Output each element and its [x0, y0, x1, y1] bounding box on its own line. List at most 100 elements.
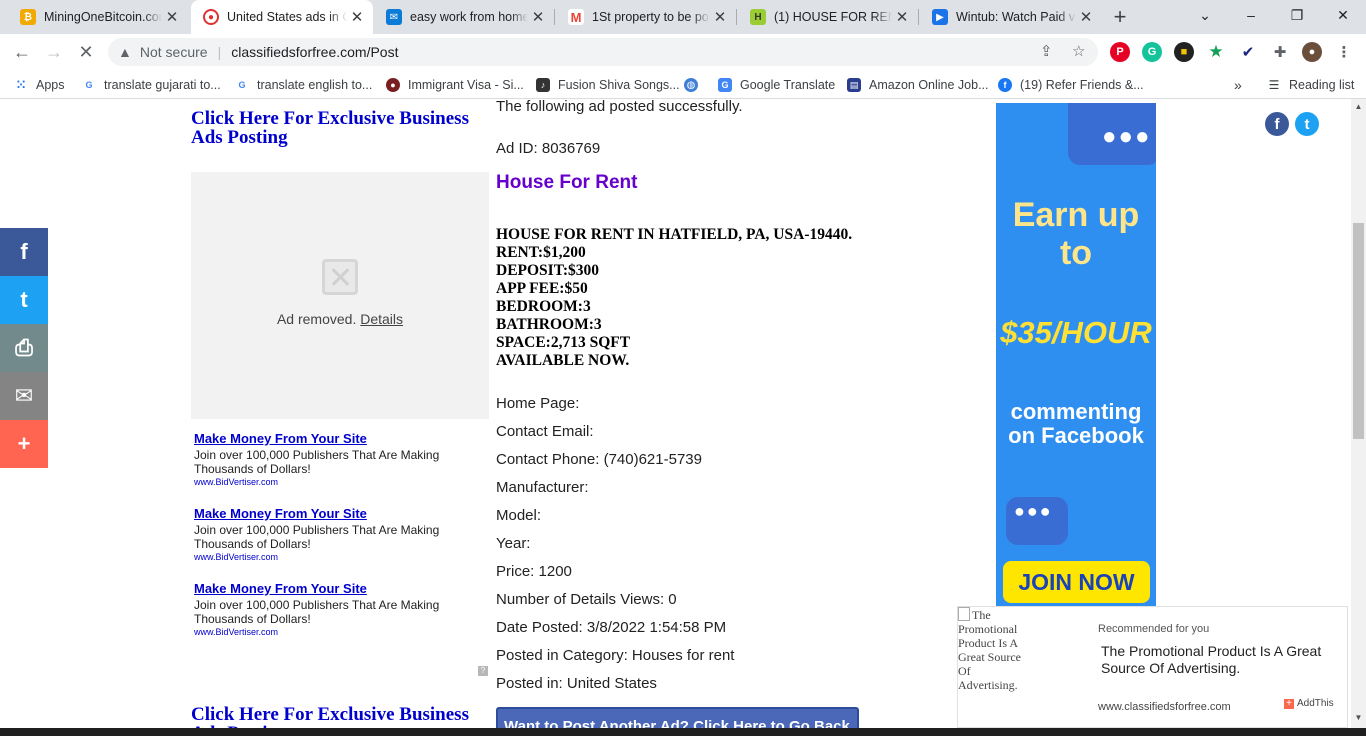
close-tab-icon[interactable]: ✕: [347, 8, 367, 26]
share-email-button[interactable]: ✉: [0, 372, 48, 420]
star-extension-icon[interactable]: ★: [1206, 42, 1226, 62]
security-status[interactable]: Not secure: [140, 44, 208, 60]
restore-button[interactable]: ❐: [1274, 0, 1320, 30]
recommendation-widget[interactable]: The Promotional Product Is A Great Sourc…: [957, 606, 1348, 728]
globe-icon: ◍: [684, 78, 698, 92]
bookmark-star-icon[interactable]: ☆: [1072, 42, 1085, 60]
ad-removed-text: Ad removed.: [276, 311, 357, 327]
reading-list[interactable]: ☰ Reading list: [1267, 76, 1354, 94]
tab-title: 1St property to be posted: [592, 10, 710, 24]
bookmark-apps[interactable]: ⁙ Apps: [14, 76, 65, 94]
close-tab-icon[interactable]: ✕: [162, 8, 182, 26]
puzzle-icon[interactable]: ✚: [1270, 42, 1290, 62]
description-line: HOUSE FOR RENT IN HATFIELD, PA, USA-1944…: [496, 226, 853, 243]
tab-miningonebitcoin[interactable]: ₿ MiningOneBitcoin.com ✕: [8, 0, 188, 34]
close-tab-icon[interactable]: ✕: [892, 8, 912, 26]
checklist-icon[interactable]: ✔: [1238, 42, 1258, 62]
share-print-button[interactable]: ⎙: [0, 324, 48, 372]
pinterest-icon[interactable]: P: [1110, 42, 1130, 62]
tab-wintub[interactable]: ▶ Wintub: Watch Paid videos ✕: [920, 0, 1102, 34]
detail-manufacturer: Manufacturer:: [496, 479, 589, 496]
text-ad-headline[interactable]: Make Money From Your Site: [194, 581, 474, 596]
close-window-button[interactable]: ✕: [1320, 0, 1366, 30]
extension-icon[interactable]: ■: [1174, 42, 1194, 62]
tab-house-for-rent[interactable]: H (1) HOUSE FOR RENT ✕: [738, 0, 918, 34]
bookmark-amazon-jobs[interactable]: ▤ Amazon Online Job...: [847, 76, 989, 94]
forward-button[interactable]: →: [42, 40, 66, 64]
bookmark-label: Google Translate: [740, 78, 836, 92]
bookmark-google-translate[interactable]: G Google Translate: [718, 76, 835, 94]
bookmark-fusion-shiva[interactable]: ♪ Fusion Shiva Songs...: [536, 76, 680, 94]
description-line: DEPOSIT:$300: [496, 262, 600, 279]
bookmark-immigrant-visa[interactable]: ● Immigrant Visa - Si...: [386, 76, 524, 94]
text-ad-url[interactable]: www.BidVertiser.com: [194, 477, 474, 487]
tab-title: United States ads in Classifieds For Fre…: [227, 10, 347, 24]
text-ad: Make Money From Your Site Join over 100,…: [194, 431, 474, 487]
bookmark-translate-gujarati[interactable]: G translate gujarati to...: [82, 76, 221, 94]
reading-list-icon: ☰: [1267, 78, 1281, 92]
recommended-title[interactable]: The Promotional Product Is A Great Sourc…: [1101, 643, 1331, 677]
ad-info-icon[interactable]: ?: [478, 666, 488, 676]
page-scrollbar[interactable]: ▲ ▼: [1351, 99, 1366, 728]
detail-model: Model:: [496, 507, 542, 524]
share-more-button[interactable]: +: [0, 420, 48, 468]
ad-title: House For Rent: [496, 172, 638, 193]
text-ad-description: Join over 100,000 Publishers That Are Ma…: [194, 523, 440, 551]
bookmark-refer-friends[interactable]: f (19) Refer Friends &...: [998, 76, 1144, 94]
close-tab-icon[interactable]: ✕: [1076, 8, 1096, 26]
share-facebook-button[interactable]: f: [0, 228, 48, 276]
more-bookmarks-icon[interactable]: »: [1234, 76, 1242, 94]
exclusive-business-ads-link[interactable]: Click Here For Exclusive Business Ads Po…: [191, 109, 481, 147]
exclusive-business-ads-link-bottom[interactable]: Click Here For Exclusive Business Ads Po…: [191, 705, 481, 728]
browser-toolbar: ← → ✕ ▲ Not secure | classifiedsforfree.…: [0, 34, 1366, 71]
back-button[interactable]: ←: [10, 40, 34, 64]
post-another-ad-button[interactable]: Want to Post Another Ad? Click Here to G…: [496, 707, 859, 728]
tab-search-icon[interactable]: ⌄: [1182, 0, 1228, 30]
text-ad-url[interactable]: www.BidVertiser.com: [194, 552, 474, 562]
scrollbar-thumb[interactable]: [1353, 223, 1364, 439]
text-ad-headline[interactable]: Make Money From Your Site: [194, 506, 474, 521]
bitcoin-icon: ₿: [20, 9, 36, 25]
url-text[interactable]: classifiedsforfree.com/Post: [231, 44, 398, 60]
bookmark-translate-english[interactable]: G translate english to...: [235, 76, 372, 94]
grammarly-icon[interactable]: G: [1142, 42, 1162, 62]
banner-ad[interactable]: ●●● Earn up to $35/HOUR commenting on Fa…: [996, 103, 1156, 607]
twitter-icon[interactable]: t: [1295, 112, 1319, 136]
text-ad: Make Money From Your Site Join over 100,…: [194, 581, 474, 637]
stop-loading-button[interactable]: ✕: [74, 40, 98, 64]
warning-icon[interactable]: ▲: [118, 44, 132, 60]
scroll-down-arrow[interactable]: ▼: [1351, 713, 1366, 722]
scroll-up-arrow[interactable]: ▲: [1351, 102, 1366, 111]
tab-1st-property[interactable]: M 1St property to be posted ✕: [556, 0, 736, 34]
success-message: The following ad posted successfully.: [496, 99, 743, 115]
text-ad-headline[interactable]: Make Money From Your Site: [194, 431, 474, 446]
address-bar[interactable]: ▲ Not secure | classifiedsforfree.com/Po…: [108, 38, 1098, 66]
translate-icon: G: [718, 78, 732, 92]
menu-icon[interactable]: ⋮: [1334, 42, 1354, 62]
new-tab-button[interactable]: +: [1108, 4, 1132, 30]
divider: |: [217, 44, 222, 60]
share-twitter-button[interactable]: t: [0, 276, 48, 324]
twitter-icon: t: [20, 287, 28, 312]
minimize-button[interactable]: –: [1228, 0, 1274, 30]
join-now-button[interactable]: JOIN NOW: [1003, 561, 1150, 603]
bookmark-label: translate english to...: [257, 78, 373, 92]
detail-year: Year:: [496, 535, 531, 552]
close-tab-icon[interactable]: ✕: [528, 8, 548, 26]
close-tab-icon[interactable]: ✕: [710, 8, 730, 26]
addthis-label: AddThis: [1297, 698, 1334, 709]
dots-icon: ●●●: [1102, 123, 1152, 150]
details-link[interactable]: Details: [360, 311, 403, 327]
tab-title: easy work from home: [410, 10, 528, 24]
avatar[interactable]: ●: [1302, 42, 1322, 62]
broken-image-alt[interactable]: The Promotional Product Is A Great Sourc…: [958, 607, 1028, 692]
tab-easy-work-from-home[interactable]: ✉ easy work from home ✕: [374, 0, 554, 34]
bookmark-label: Immigrant Visa - Si...: [408, 78, 524, 92]
share-icon[interactable]: ⇪: [1040, 42, 1053, 60]
addthis-logo[interactable]: + AddThis: [1284, 698, 1334, 709]
description-line: RENT:$1,200: [496, 244, 586, 261]
text-ad-url[interactable]: www.BidVertiser.com: [194, 627, 474, 637]
facebook-icon[interactable]: f: [1265, 112, 1289, 136]
bookmark-globe[interactable]: ◍: [684, 76, 706, 94]
tab-united-states-ads[interactable]: ● United States ads in Classifieds For F…: [191, 0, 373, 34]
